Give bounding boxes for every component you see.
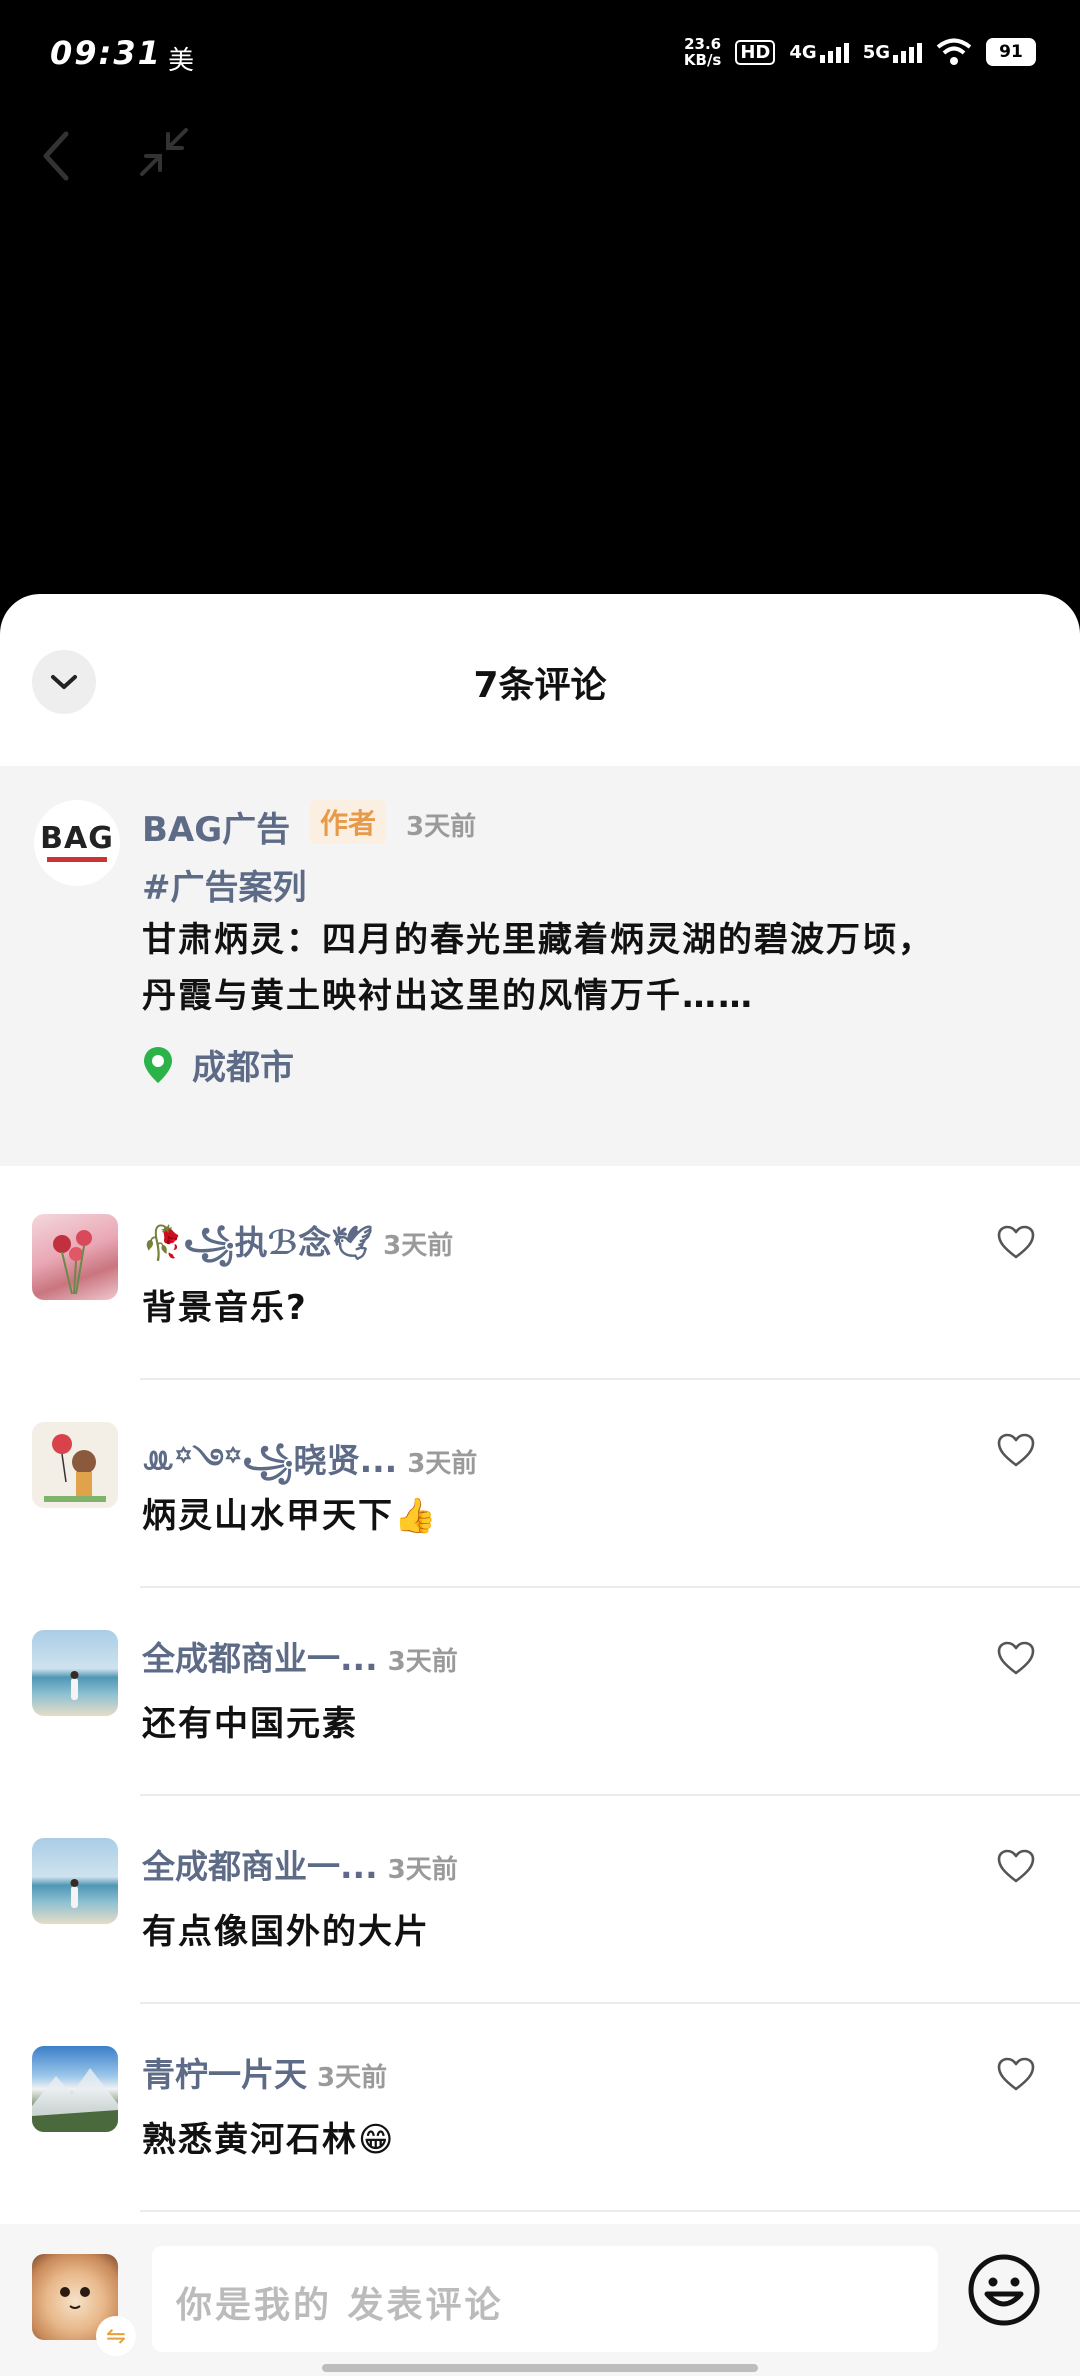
logo-stripe [47,857,107,862]
back-icon[interactable] [36,126,76,186]
cartoon-image [44,1434,106,1502]
signal-5g-icon: 5G [863,42,922,63]
shrink-icon[interactable] [136,124,192,180]
avatar[interactable] [32,1838,118,1924]
comment-time: 3天前 [407,1449,478,1479]
sheet-title: 7条评论 [473,665,607,706]
wifi-icon [936,38,972,65]
post-text: 甘肃炳灵：四月的春光里藏着炳灵湖的碧波万顷， 丹霞与黄土映衬出这里的风情万千…… [142,920,934,1016]
bag-logo: BAG [40,821,114,856]
comment-text: 背景音乐? [142,1288,308,1328]
comment-time: 3天前 [383,1231,454,1261]
comment-item[interactable]: 全成都商业一... 3天前 有点像国外的大片 [0,1796,1080,2004]
comment-time: 3天前 [387,1855,458,1885]
avatar[interactable] [32,1422,118,1508]
home-indicator [322,2364,758,2372]
input-placeholder: 你是我的 发表评论 [176,2285,504,2326]
battery-icon: 91 [986,38,1036,66]
network-speed: 23.6 KB/s [683,35,722,69]
post-time: 3天前 [406,812,477,842]
comment-input-bar: ⇋ 你是我的 发表评论 [0,2224,1080,2376]
avatar[interactable]: BAG [34,800,120,886]
comment-item[interactable]: 🥀꧁执ℬ念🕊 3天前 背景音乐? [0,1172,1080,1380]
heart-icon[interactable] [996,1224,1036,1260]
signal-4g-icon: 4G [789,42,849,63]
location-text: 成都市 [192,1048,294,1088]
heart-icon[interactable] [996,2056,1036,2092]
status-bar: 09:31 美 23.6 KB/s HD 4G 5G 91 [0,0,1080,116]
heart-icon[interactable] [996,1432,1036,1468]
avatar[interactable] [32,2046,118,2132]
divider [140,2210,1080,2212]
comment-time: 3天前 [387,1647,458,1677]
swap-icon[interactable]: ⇋ [96,2316,136,2356]
hd-icon: HD [735,39,776,65]
sheet-header: 7条评论 [0,594,1080,766]
hashtag-link[interactable]: #广告案列 [142,860,307,909]
comment-input[interactable]: 你是我的 发表评论 [152,2246,938,2352]
status-icons: 23.6 KB/s HD 4G 5G 91 [684,36,1036,68]
status-time: 09:31 [50,34,162,72]
comment-item[interactable]: 全成都商业一... 3天前 还有中国元素 [0,1588,1080,1796]
avatar[interactable] [32,1630,118,1716]
heart-icon[interactable] [996,1640,1036,1676]
status-carrier: 美 [168,46,195,76]
comment-item[interactable]: 青柠一片天 3天前 熟悉黄河石林😁 [0,2004,1080,2212]
location-pin-icon [144,1046,172,1083]
author-name[interactable]: BAG广告 [142,802,290,851]
commenter-name[interactable]: 青柠一片天 3天前 [142,2048,387,2096]
author-badge: 作者 [310,800,387,844]
comment-text: 炳灵山水甲天下👍 [142,1496,439,1536]
comment-time: 3天前 [317,2063,388,2093]
commenter-name[interactable]: 🥀꧁执ℬ念🕊 3天前 [142,1216,453,1285]
emoji-icon[interactable] [966,2252,1042,2328]
comment-text: 有点像国外的大片 [142,1912,430,1952]
beach-image [70,1671,79,1700]
commenter-name[interactable]: 全成都商业一... 3天前 [142,1840,458,1888]
pinned-post: BAG BAG广告 作者 3天前 #广告案列 甘肃炳灵：四月的春光里藏着炳灵湖的… [0,766,1080,1166]
comment-sheet: 7条评论 BAG BAG广告 作者 3天前 #广告案列 甘肃炳灵：四月的春光里藏… [0,594,1080,2376]
comment-item[interactable]: ꔛ꙳࿓꙳꧁晓贤... 3天前 炳灵山水甲天下👍 [0,1380,1080,1588]
heart-icon[interactable] [996,1848,1036,1884]
comment-text: 熟悉黄河石林😁 [142,2120,396,2160]
mountain-image [32,2068,118,2132]
commenter-name[interactable]: 全成都商业一... 3天前 [142,1632,458,1680]
location-link[interactable]: 成都市 [142,1040,294,1089]
flowers-image [53,1230,92,1295]
comment-text: 还有中国元素 [142,1704,358,1744]
beach-image [70,1879,79,1908]
avatar[interactable] [32,1214,118,1300]
